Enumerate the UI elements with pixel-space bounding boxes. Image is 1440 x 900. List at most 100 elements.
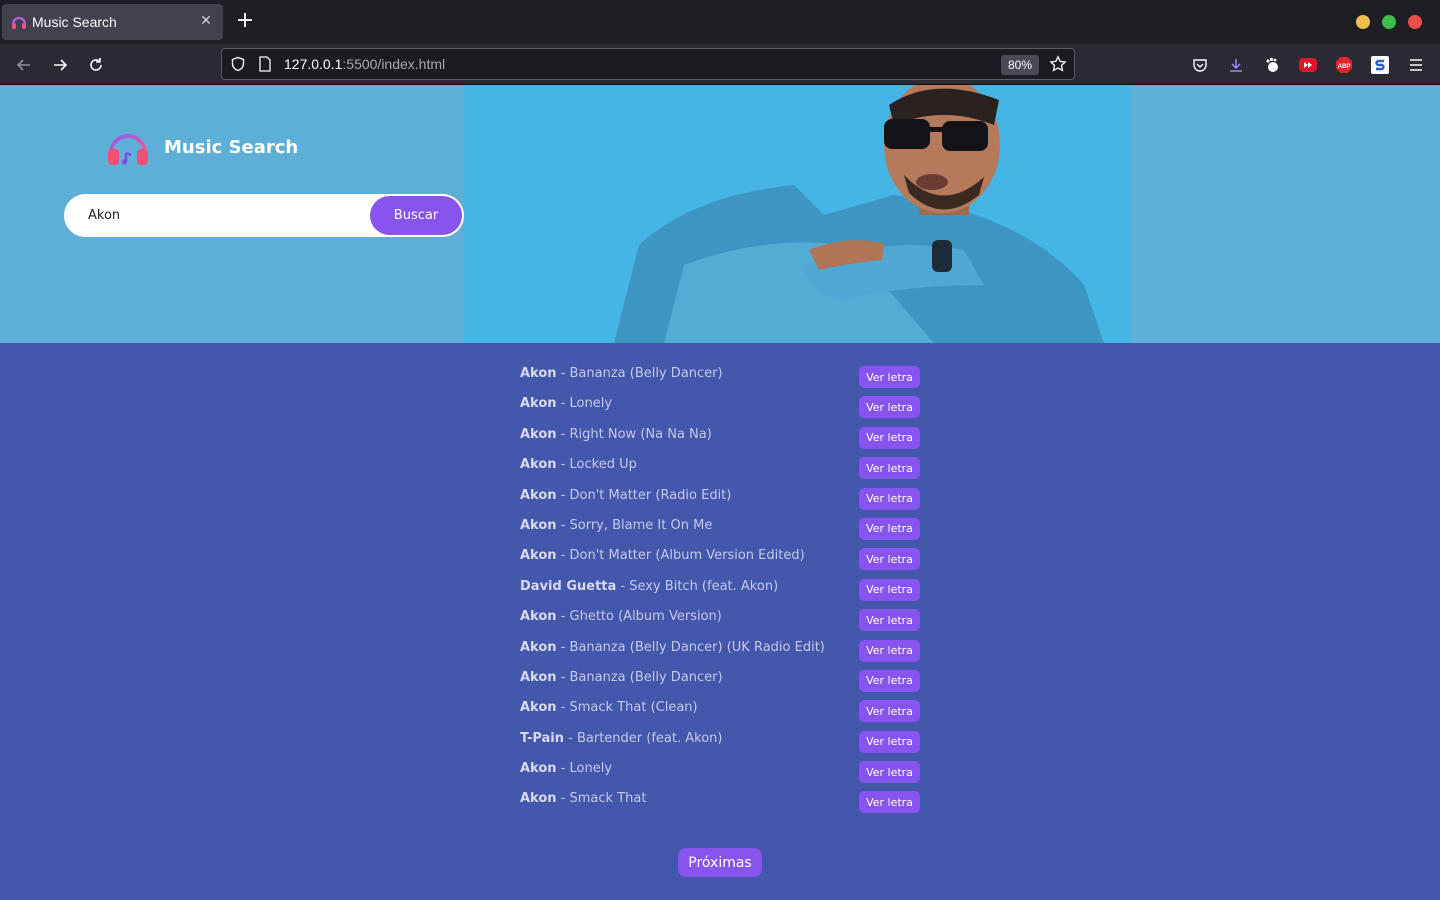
search-form: Buscar [64, 194, 464, 237]
view-lyrics-button[interactable]: Ver letra [859, 457, 920, 480]
song-title: Lonely [569, 761, 613, 777]
view-lyrics-button[interactable]: Ver letra [859, 730, 920, 753]
song-separator: - [556, 761, 570, 777]
adblock-plus-button[interactable]: ABP [1331, 52, 1357, 78]
view-lyrics-button[interactable]: Ver letra [859, 487, 920, 510]
song-separator: - [556, 457, 570, 473]
song-artist: Akon [520, 761, 557, 777]
view-lyrics-button[interactable]: Ver letra [859, 700, 920, 723]
new-tab-button[interactable]: + [232, 9, 258, 35]
song-artist: Akon [520, 517, 557, 533]
song-artist: Akon [520, 700, 557, 716]
song-text: Akon - Lonely [520, 761, 612, 776]
song-separator: - [556, 639, 570, 655]
downloads-button[interactable] [1223, 52, 1249, 78]
song-separator: - [556, 548, 570, 564]
song-separator: - [556, 366, 570, 381]
tab-title: Music Search [32, 14, 117, 30]
url-text[interactable]: 127.0.0.1:5500/index.html [284, 56, 445, 72]
song-text: Akon - Smack That [520, 791, 646, 806]
view-lyrics-button[interactable]: Ver letra [859, 761, 920, 784]
view-lyrics-button[interactable]: Ver letra [859, 396, 920, 419]
video-extension-button[interactable] [1295, 52, 1321, 78]
back-button[interactable] [11, 52, 37, 78]
arrow-right-icon [54, 59, 68, 71]
view-lyrics-button[interactable]: Ver letra [859, 791, 920, 814]
tab-close-icon[interactable]: ✕ [197, 12, 215, 30]
next-page-button[interactable]: Próximas [678, 848, 762, 877]
song-text: Akon - Lonely [520, 396, 612, 411]
shield-icon [231, 56, 245, 72]
song-title: Don't Matter (Album Version Edited) [569, 548, 805, 564]
song-title: Sorry, Blame It On Me [569, 517, 713, 533]
window-close-button[interactable] [1408, 15, 1422, 29]
artist-hero-image [464, 85, 1130, 343]
song-separator: - [556, 517, 570, 533]
results-list: Akon - Bananza (Belly Dancer) Ver letra Ak… [520, 362, 920, 818]
song-artist: Akon [520, 457, 557, 473]
view-lyrics-button[interactable]: Ver letra [859, 578, 920, 601]
view-lyrics-button[interactable]: Ver letra [859, 609, 920, 632]
song-artist: Akon [520, 669, 557, 685]
song-title: Right Now (Na Na Na) [569, 426, 712, 442]
song-text: Akon - Don't Matter (Radio Edit) [520, 488, 731, 503]
song-text: Akon - Bananza (Belly Dancer) [520, 670, 723, 685]
url-bar[interactable]: 127.0.0.1:5500/index.html 80% [221, 48, 1075, 80]
page-icon [259, 56, 271, 72]
fast-forward-icon [1299, 58, 1317, 72]
result-row: Akon - Lonely Ver letra [520, 757, 920, 787]
song-text: Akon - Don't Matter (Album Version Edite… [520, 548, 805, 563]
pocket-icon [1193, 59, 1207, 72]
app-menu-button[interactable] [1403, 52, 1429, 78]
song-text: Akon - Sorry, Blame It On Me [520, 518, 712, 533]
song-title: Ghetto (Album Version) [569, 609, 722, 625]
forward-button[interactable] [47, 52, 73, 78]
song-title: Don't Matter (Radio Edit) [569, 487, 732, 503]
star-bookmark-icon[interactable] [1049, 55, 1067, 73]
pocket-button[interactable] [1187, 52, 1213, 78]
headphones-icon [12, 17, 26, 29]
song-text: Akon - Bananza (Belly Dancer) [520, 366, 723, 381]
view-lyrics-button[interactable]: Ver letra [859, 548, 920, 571]
reload-button[interactable] [83, 52, 109, 78]
url-host: 127.0.0.1 [284, 56, 343, 72]
view-lyrics-button[interactable]: Ver letra [859, 426, 920, 449]
search-button[interactable]: Buscar [370, 196, 462, 235]
adblock-plus-icon: ABP [1336, 57, 1352, 73]
url-path: :5500/index.html [342, 56, 446, 72]
song-separator: - [556, 791, 570, 807]
song-artist: Akon [520, 791, 557, 807]
logo-text: Music Search [164, 136, 299, 158]
stylus-extension-button[interactable] [1367, 52, 1393, 78]
song-separator: - [556, 426, 570, 442]
view-lyrics-button[interactable]: Ver letra [859, 669, 920, 692]
song-text: Akon - Right Now (Na Na Na) [520, 427, 712, 442]
search-input[interactable] [88, 196, 368, 235]
stylus-icon [1371, 56, 1389, 74]
site-logo: Music Search [106, 127, 298, 167]
view-lyrics-button[interactable]: Ver letra [859, 517, 920, 540]
tab-bar: Music Search ✕ + [0, 0, 1440, 44]
hamburger-menu-icon [1410, 59, 1422, 71]
song-separator: - [556, 609, 570, 625]
zoom-level-button[interactable]: 80% [1001, 55, 1039, 75]
window-minimize-button[interactable] [1356, 15, 1370, 29]
song-title: Bananza (Belly Dancer) [569, 366, 723, 381]
result-row: Akon - Smack That Ver letra [520, 787, 920, 817]
navigation-toolbar: 127.0.0.1:5500/index.html 80% ABP [0, 44, 1440, 85]
song-artist: Akon [520, 366, 557, 381]
result-row: Akon - Locked Up Ver letra [520, 453, 920, 483]
result-row: T-Pain - Bartender (feat. Akon) Ver letra [520, 727, 920, 757]
song-separator: - [564, 730, 577, 746]
result-row: David Guetta - Sexy Bitch (feat. Akon) Ve… [520, 575, 920, 605]
song-title: Smack That [569, 791, 647, 807]
song-separator: - [556, 669, 570, 685]
view-lyrics-button[interactable]: Ver letra [859, 366, 920, 388]
window-maximize-button[interactable] [1382, 15, 1396, 29]
view-lyrics-button[interactable]: Ver letra [859, 639, 920, 662]
gnome-extension-button[interactable] [1259, 52, 1285, 78]
browser-tab[interactable]: Music Search ✕ [2, 4, 223, 40]
song-artist: Akon [520, 487, 557, 503]
song-artist: Akon [520, 639, 557, 655]
song-title: Bartender (feat. Akon) [576, 730, 723, 746]
